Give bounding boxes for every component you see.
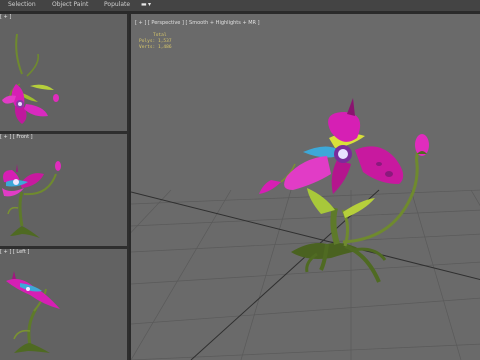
- hud-verts-row: Verts: 1,486: [139, 45, 172, 51]
- hud-polys-label: Polys:: [139, 39, 156, 44]
- menu-populate[interactable]: Populate: [104, 1, 130, 9]
- top-view-flower-model: [2, 33, 59, 124]
- left-view-flower-model: [6, 271, 60, 353]
- viewport-top[interactable]: [ + ]: [0, 14, 127, 131]
- ground-grid: [131, 189, 480, 360]
- menu-selection[interactable]: Selection: [8, 1, 36, 9]
- perspective-scene: [131, 98, 480, 360]
- perspective-viewport[interactable]: [ + ] [ Perspective ] [ Smooth + Highlig…: [129, 14, 480, 360]
- viewport-label[interactable]: [ + ] [ Perspective ] [ Smooth + Highlig…: [135, 20, 260, 26]
- front-view-flower-model: [2, 161, 61, 238]
- camera-icon[interactable]: ▬: [141, 1, 147, 9]
- menu-object-paint[interactable]: Object Paint: [52, 1, 88, 9]
- statistics-hud: Total Polys: 1,537 Verts: 1,486: [139, 33, 172, 51]
- chevron-down-icon[interactable]: ▾: [148, 1, 151, 9]
- hud-verts-label: Verts:: [139, 45, 156, 50]
- left-viewport-column: [ + ] [ + ] [ Front ] [+] [Left]: [0, 14, 129, 360]
- hud-polys-value: 1,537: [157, 39, 172, 44]
- viewport-left[interactable]: [ + ] [ Left ]: [0, 249, 127, 360]
- hud-verts-value: 1,486: [157, 45, 172, 50]
- viewport-front[interactable]: [ + ] [ Front ]: [0, 134, 127, 246]
- flower-model: [259, 98, 429, 283]
- grid-axes: [131, 189, 480, 360]
